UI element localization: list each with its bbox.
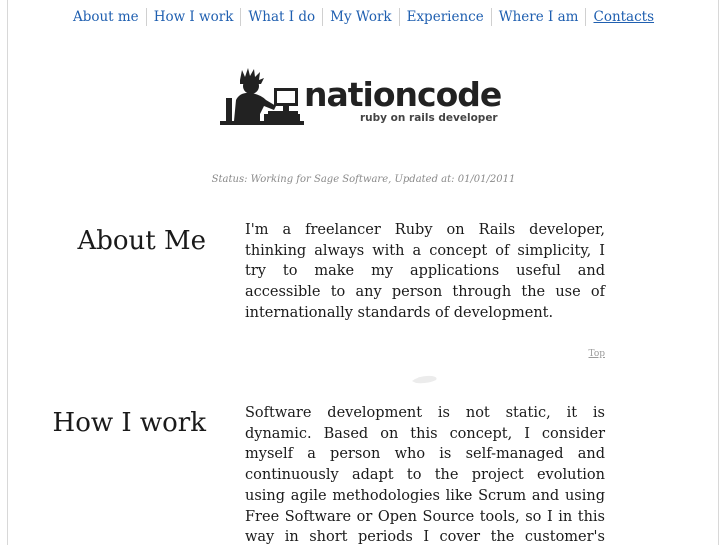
section-body-about-me: I'm a freelancer Ruby on Rails developer… [245, 222, 605, 321]
nav-link-about-me[interactable]: About me [66, 8, 146, 26]
status-line: Status: Working for Sage Software, Updat… [211, 174, 516, 185]
nav-link-how-i-work[interactable]: How I work [145, 8, 241, 26]
logo-wordmark: nationcode [304, 75, 502, 114]
section-title-how-i-work: How I work [52, 408, 206, 438]
top-navigation: About me How I work What I do My Work Ex… [0, 8, 727, 26]
nav-link-where-i-am[interactable]: Where I am [490, 8, 586, 26]
nav-link-contacts[interactable]: Contacts [585, 8, 661, 26]
section-title-about-me: About Me [77, 226, 206, 256]
nav-link-experience[interactable]: Experience [398, 8, 491, 26]
nav-link-my-work[interactable]: My Work [322, 8, 398, 26]
site-logo[interactable]: nationcode ruby on rails developer [220, 64, 510, 128]
page-frame-left [7, 0, 8, 545]
page-frame-right [718, 0, 719, 545]
developer-at-computer-icon [220, 68, 304, 125]
section-divider-ornament [412, 375, 437, 384]
back-to-top-link[interactable]: Top [575, 349, 605, 359]
logo-tagline: ruby on rails developer [360, 112, 498, 124]
section-body-how-i-work: Software development is not static, it i… [245, 405, 605, 545]
nav-link-what-i-do[interactable]: What I do [240, 8, 322, 26]
